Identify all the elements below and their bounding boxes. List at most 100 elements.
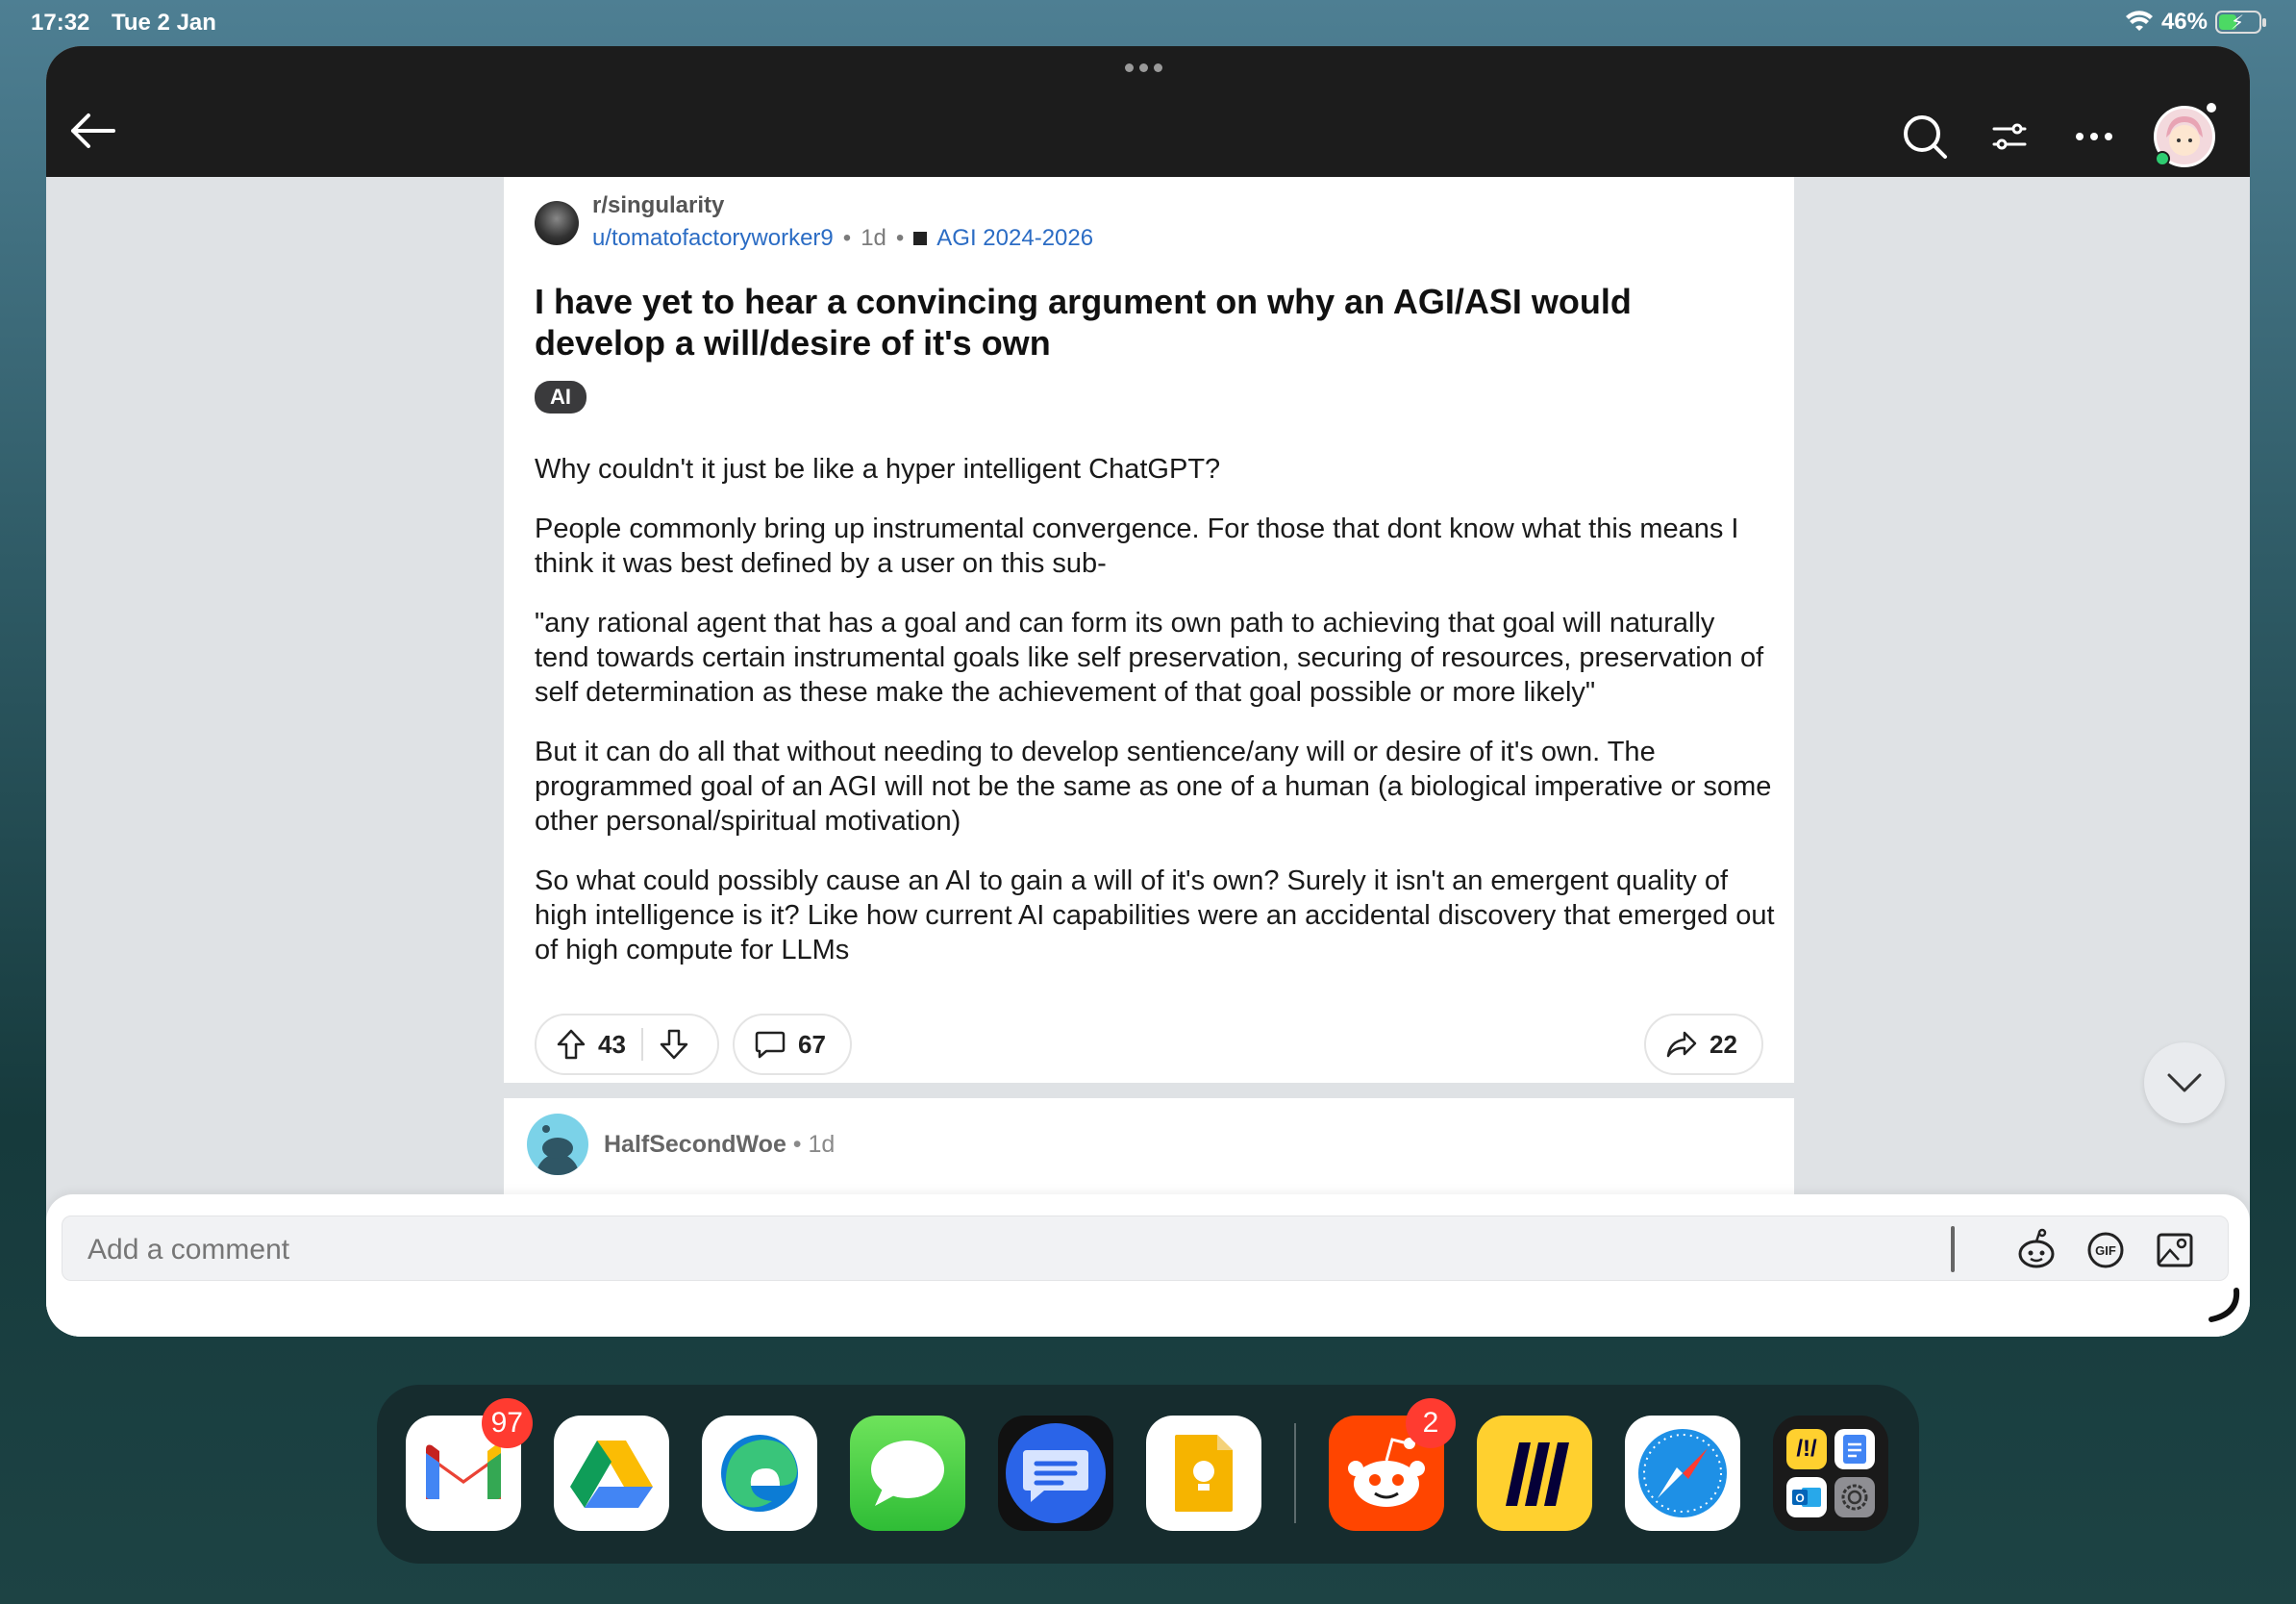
- window-handle[interactable]: [1125, 63, 1162, 72]
- status-bar: 17:32 Tue 2 Jan 46% ⚡: [0, 0, 2296, 44]
- folder-miro-icon: /!/: [1786, 1429, 1827, 1469]
- more-icon: [2076, 133, 2112, 140]
- app-window: r/singularity u/tomatofactoryworker9 • 1…: [46, 46, 2250, 1337]
- edge-icon: [702, 1416, 817, 1531]
- comment-icon: [755, 1031, 786, 1059]
- post-tag[interactable]: AI: [535, 381, 586, 414]
- folder-outlook-icon: O: [1786, 1477, 1827, 1517]
- subreddit-avatar[interactable]: [535, 201, 579, 245]
- dock-app-folder[interactable]: /!/ O: [1773, 1416, 1888, 1531]
- image-icon: [2157, 1233, 2193, 1267]
- comment-placeholder: Add a comment: [87, 1234, 290, 1266]
- chevron-down-icon: [2167, 1073, 2202, 1092]
- title-bar: [46, 46, 2250, 177]
- dock-app-messages[interactable]: [850, 1416, 965, 1531]
- vote-control: 43: [535, 1014, 719, 1075]
- meta-separator: •: [895, 225, 905, 251]
- post-paragraph: "any rational agent that has a goal and …: [535, 608, 1764, 708]
- comment-meta: HalfSecondWoe • 1d: [604, 1131, 835, 1159]
- post-paragraph: But it can do all that without needing t…: [535, 737, 1772, 837]
- post-actions: 43 67 22: [535, 1014, 1763, 1077]
- dock-app-reddit[interactable]: 2: [1329, 1398, 1456, 1531]
- post-meta: u/tomatofactoryworker9 • 1d • AGI 2024-2…: [592, 225, 1093, 252]
- share-icon: [1666, 1031, 1697, 1058]
- flair-icon: [913, 232, 928, 245]
- commenter-avatar[interactable]: [527, 1114, 588, 1175]
- charging-icon: ⚡: [2231, 13, 2245, 34]
- date: Tue 2 Jan: [112, 10, 216, 36]
- clock: 17:32: [31, 10, 90, 36]
- sort-icon: [1992, 123, 2027, 150]
- back-button[interactable]: [65, 108, 119, 154]
- sort-button[interactable]: [1984, 112, 2034, 162]
- notification-dot: [2207, 103, 2216, 113]
- wifi-icon: [2125, 11, 2153, 31]
- avatar-sticker-button[interactable]: [2014, 1228, 2059, 1272]
- dock-app-google-messages[interactable]: [998, 1416, 1113, 1531]
- share-button[interactable]: 22: [1644, 1014, 1763, 1075]
- svg-text:O: O: [1795, 1491, 1804, 1505]
- battery-percent: 46%: [2160, 9, 2208, 35]
- dock-divider: [1294, 1423, 1296, 1523]
- post-card: r/singularity u/tomatofactoryworker9 • 1…: [504, 177, 1794, 1083]
- app-folder-icon: /!/ O: [1773, 1416, 1888, 1531]
- vote-divider: [640, 1028, 643, 1061]
- reddit-badge: 2: [1406, 1398, 1456, 1448]
- comment-composer: Add a comment GIF: [46, 1194, 2250, 1337]
- top-toolbar: [1900, 103, 2216, 167]
- meta-separator: •: [842, 225, 852, 251]
- dock-app-edge[interactable]: [702, 1416, 817, 1531]
- search-icon: [1904, 115, 1947, 159]
- gmail-badge: 97: [481, 1398, 533, 1448]
- snoo-icon: [2018, 1228, 2055, 1268]
- dock-app-drive[interactable]: [554, 1416, 669, 1531]
- comment-count: 67: [798, 1029, 826, 1059]
- post-paragraph: People commonly bring up instrumental co…: [535, 514, 1739, 579]
- user-avatar[interactable]: [2154, 103, 2216, 167]
- share-count: 22: [1710, 1029, 1737, 1059]
- upvote-count: 43: [598, 1029, 626, 1059]
- google-messages-icon: [998, 1416, 1113, 1531]
- dock-app-miro[interactable]: [1477, 1416, 1592, 1531]
- comments-button[interactable]: 67: [733, 1014, 852, 1075]
- meta-separator: •: [792, 1131, 809, 1158]
- miro-icon: [1477, 1416, 1592, 1531]
- snoo-avatar-icon: [537, 1125, 579, 1175]
- gif-button[interactable]: GIF: [2084, 1228, 2128, 1272]
- comment-input[interactable]: Add a comment GIF: [62, 1216, 2229, 1281]
- svg-text:GIF: GIF: [2095, 1243, 2116, 1258]
- upvote-icon[interactable]: [556, 1028, 586, 1061]
- battery-cap: [2262, 18, 2266, 27]
- messages-icon: [850, 1416, 965, 1531]
- post-header: r/singularity u/tomatofactoryworker9 • 1…: [535, 192, 1093, 262]
- scroll-next-button[interactable]: [2144, 1042, 2225, 1123]
- dock: 97 2 /!/ O: [377, 1385, 1919, 1564]
- post-title: I have yet to hear a convincing argument…: [535, 282, 1632, 363]
- dock-app-keep[interactable]: [1146, 1416, 1261, 1531]
- folder-docs-icon: [1834, 1429, 1875, 1469]
- google-keep-icon: [1146, 1416, 1261, 1531]
- post-age: 1d: [861, 225, 886, 251]
- safari-icon: [1625, 1416, 1740, 1531]
- status-right: 46% ⚡: [2125, 9, 2266, 36]
- text-caret: [1951, 1226, 1955, 1272]
- more-button[interactable]: [2069, 112, 2119, 162]
- comment-author[interactable]: HalfSecondWoe: [604, 1131, 786, 1158]
- subreddit-name[interactable]: r/singularity: [592, 192, 1093, 219]
- downvote-icon[interactable]: [659, 1028, 689, 1061]
- post-paragraph: Why couldn't it just be like a hyper int…: [535, 454, 1221, 485]
- feed-area[interactable]: r/singularity u/tomatofactoryworker9 • 1…: [46, 177, 2250, 1337]
- post-author[interactable]: u/tomatofactoryworker9: [592, 225, 834, 252]
- back-arrow-icon: [71, 113, 115, 148]
- online-indicator: [2155, 151, 2170, 166]
- user-flair: AGI 2024-2026: [936, 225, 1094, 251]
- google-drive-icon: [554, 1416, 669, 1531]
- dock-app-safari[interactable]: [1625, 1416, 1740, 1531]
- battery-icon: ⚡: [2215, 11, 2266, 34]
- resize-corner-icon[interactable]: [2204, 1287, 2242, 1325]
- dock-app-gmail[interactable]: 97: [406, 1398, 533, 1531]
- image-upload-button[interactable]: [2153, 1228, 2197, 1272]
- post-paragraph: So what could possibly cause an AI to ga…: [535, 865, 1775, 965]
- post-body: Why couldn't it just be like a hyper int…: [535, 452, 1775, 992]
- search-button[interactable]: [1900, 112, 1950, 162]
